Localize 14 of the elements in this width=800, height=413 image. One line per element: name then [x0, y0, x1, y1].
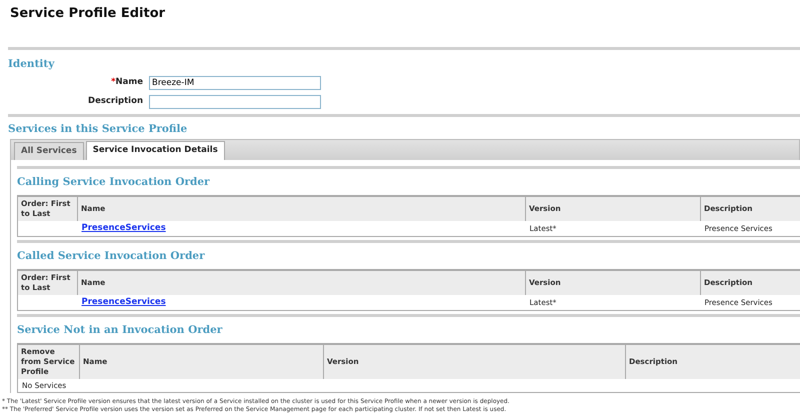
page-title: Service Profile Editor: [10, 6, 166, 22]
section-heading: Called Service Invocation Order: [17, 248, 206, 263]
tab[interactable]: All Services: [14, 142, 84, 160]
tab[interactable]: Service Invocation Details: [86, 141, 225, 160]
section-heading: Services in this Service Profile: [8, 122, 188, 136]
input-field[interactable]: [149, 94, 321, 108]
service-link[interactable]: PresenceServices: [82, 223, 166, 233]
section-heading: Service Not in an Invocation Order: [17, 322, 224, 336]
section-heading: Calling Service Invocation Order: [17, 175, 211, 189]
field-label: Description: [87, 95, 144, 108]
section-heading: Identity: [8, 57, 56, 71]
field-label: *Name: [110, 76, 144, 89]
service-link[interactable]: PresenceServices: [82, 296, 166, 307]
input-field[interactable]: Breeze-IM: [149, 76, 321, 90]
